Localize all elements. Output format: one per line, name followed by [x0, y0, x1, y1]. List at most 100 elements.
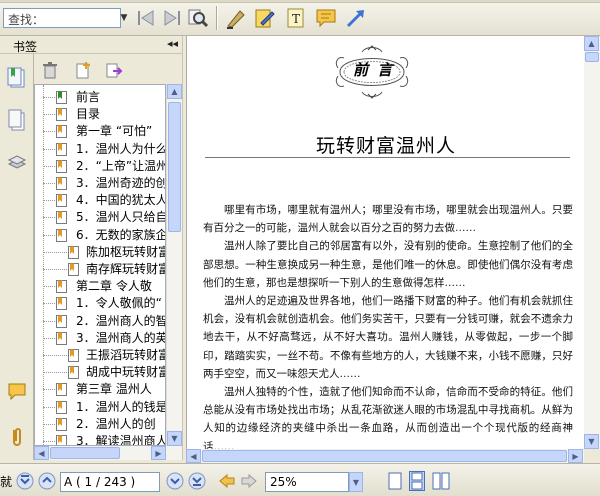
bookmarks-tab-icon[interactable] [6, 66, 28, 92]
tree-scroll-up-icon[interactable]: ▲ [167, 84, 182, 99]
bookmark-label: 王振滔玩转财富 [86, 348, 166, 362]
bookmark-item[interactable]: 2．温州商人的智 [35, 313, 165, 330]
bookmark-icon [56, 417, 67, 431]
bookmark-label: 3．温州商人的英 [76, 330, 166, 345]
collapse-panel-icon[interactable]: ◂◂ [167, 37, 178, 50]
bookmark-item[interactable]: 2．温州人的创 [35, 416, 165, 433]
bookmark-item[interactable]: 目录 [35, 106, 165, 123]
tree-branch-line [43, 389, 55, 391]
add-bookmark-icon[interactable] [74, 60, 94, 80]
sidebar-tab-strip [0, 54, 34, 460]
highlight-pen-icon[interactable] [224, 6, 248, 30]
tree-branch-line [43, 337, 55, 339]
document-view[interactable]: 前 言 玩转财富温州人 哪里有市场，哪里就有温州人；哪里没有市场，哪里就会出现温… [186, 36, 584, 449]
continuous-view-icon[interactable] [408, 471, 426, 491]
layers-tab-icon[interactable] [6, 150, 28, 176]
bookmark-label: 4．中国的犹太人 [76, 193, 166, 208]
tree-scroll-left-icon[interactable]: ◀ [34, 446, 49, 460]
arrow-tool-icon[interactable] [344, 6, 368, 30]
facing-pages-view-icon[interactable] [432, 472, 450, 490]
bookmark-item[interactable]: 第三章 温州人 [35, 381, 165, 398]
find-search-icon[interactable] [186, 6, 210, 30]
body-paragraph: 温州人的足迹遍及世界各地，他们一路播下财富的种子。他们有机会就抓住机会，没有机会… [203, 295, 573, 380]
bookmark-item[interactable]: 1．令人敬佩的“ [35, 295, 165, 312]
document-body: 哪里有市场，哪里就有温州人；哪里没有市场，哪里就会出现温州人。只要有百分之一的可… [203, 201, 573, 449]
doc-scroll-up-icon[interactable]: ▲ [584, 36, 599, 51]
note-pencil-icon[interactable] [252, 6, 276, 30]
tree-scroll-right-icon[interactable]: ▶ [151, 446, 166, 460]
forward-arrow-icon[interactable] [240, 472, 258, 490]
document-vertical-scrollbar[interactable]: ▲ ▼ [584, 36, 600, 449]
find-previous-icon[interactable] [134, 6, 158, 30]
back-arrow-icon[interactable] [218, 472, 236, 490]
bookmark-icon [56, 331, 67, 345]
bookmark-item[interactable]: 胡成中玩转财富 [35, 364, 165, 381]
bookmark-item[interactable]: 1．温州人为什么 [35, 141, 166, 158]
comment-icon[interactable] [314, 6, 338, 30]
bookmark-item[interactable]: 1．温州人的钱是 [35, 399, 166, 416]
pages-tab-icon[interactable] [6, 108, 28, 134]
bookmark-toolbar [34, 54, 182, 84]
bookmark-item[interactable]: 2．“上帝”让温州 [35, 158, 166, 175]
bookmark-label: 2．“上帝”让温州 [76, 158, 166, 173]
bookmark-item[interactable]: 4．中国的犹太人 [35, 192, 166, 209]
bookmark-item[interactable]: 陈加枢玩转财富 [35, 244, 165, 261]
bookmark-item[interactable]: 6．无数的家族企 [35, 227, 166, 244]
svg-text:T: T [292, 12, 300, 26]
bookmark-item[interactable]: 3．温州奇迹的创 [35, 175, 165, 192]
bookmark-item[interactable]: 王振滔玩转财富 [35, 347, 166, 364]
bookmark-icon [68, 366, 79, 380]
bookmark-item[interactable]: 第一章 “可怕” [35, 123, 165, 140]
doc-scroll-down-icon[interactable]: ▼ [584, 434, 599, 449]
document-horizontal-scrollbar[interactable]: ◀ ▶ [186, 449, 584, 463]
bookmark-item[interactable]: 前言 [35, 89, 165, 106]
previous-page-icon[interactable] [38, 472, 56, 490]
export-bookmark-icon[interactable] [104, 60, 124, 80]
bookmark-label: 2．温州人的创 [76, 416, 156, 431]
bookmark-label: 5．温州人只给自 [76, 210, 166, 225]
page-number-field[interactable]: A ( 1 / 243 ) [60, 472, 160, 492]
doc-scroll-left-icon[interactable]: ◀ [186, 449, 201, 463]
bookmark-label: 前言 [76, 90, 101, 104]
search-input[interactable]: 查找： [3, 8, 121, 28]
single-page-view-icon[interactable] [386, 472, 404, 490]
bookmark-icon [56, 159, 67, 173]
first-page-icon[interactable] [16, 472, 34, 490]
bookmark-item[interactable]: 第二章 令人敬 [35, 278, 165, 295]
tree-branch-line [43, 217, 55, 219]
search-dropdown-button[interactable]: ▼ [118, 9, 130, 27]
bookmark-icon [56, 211, 67, 225]
comments-tab-icon[interactable] [6, 379, 28, 405]
bookmark-item[interactable]: 5．温州人只给自 [35, 209, 166, 226]
text-tool-icon[interactable]: T [284, 6, 308, 30]
tree-branch-line [43, 148, 55, 150]
last-page-icon[interactable] [188, 472, 206, 490]
delete-bookmark-icon[interactable] [40, 60, 60, 80]
tree-branch-line [43, 303, 55, 305]
bookmark-label: 6．无数的家族企 [76, 227, 166, 242]
doc-hscroll-thumb[interactable] [202, 450, 567, 462]
bookmark-tree-horizontal-scrollbar[interactable]: ◀ ▶ [34, 446, 182, 460]
next-page-icon[interactable] [166, 472, 184, 490]
body-paragraph: 温州人独特的个性，造就了他们知命而不认命，信命而不受命的特征。他们总能从没有市场… [203, 386, 573, 449]
bookmark-item[interactable]: 南存辉玩转财富 [35, 261, 165, 278]
bookmark-icon [56, 194, 67, 208]
bookmark-icon [56, 91, 67, 104]
doc-scroll-right-icon[interactable]: ▶ [568, 449, 583, 463]
bookmark-label: 1．温州人的钱是 [76, 399, 166, 414]
bookmark-item[interactable]: 3．解读温州商人 [35, 433, 165, 445]
bookmark-item[interactable]: 3．温州商人的英 [35, 330, 166, 347]
zoom-dropdown-icon[interactable]: ▼ [349, 472, 363, 492]
doc-scroll-thumb[interactable] [585, 52, 599, 62]
tree-branch-line [43, 234, 55, 236]
find-next-icon[interactable] [160, 6, 184, 30]
attachments-tab-icon[interactable] [6, 424, 28, 450]
zoom-level-field[interactable]: 25% [265, 472, 349, 492]
bookmark-label: 1．温州人为什么 [76, 141, 166, 156]
preface-seal-text: 前 言 [353, 61, 395, 79]
bookmark-label: 第三章 温州人 [76, 382, 152, 397]
tree-scroll-thumb[interactable] [168, 102, 181, 232]
tree-hscroll-thumb[interactable] [50, 447, 120, 459]
tree-scroll-down-icon[interactable]: ▼ [167, 431, 182, 446]
bookmark-tree-vertical-scrollbar[interactable]: ▲ ▼ [166, 84, 182, 446]
